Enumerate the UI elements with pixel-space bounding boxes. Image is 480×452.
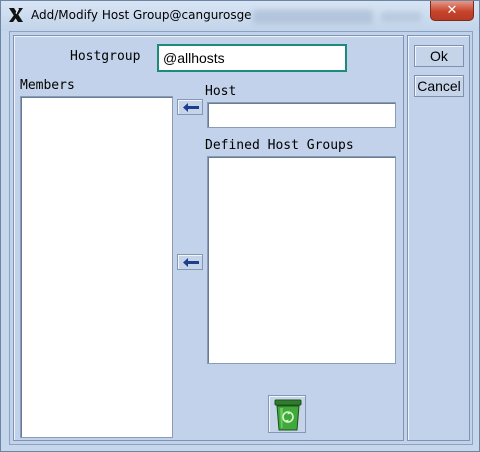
host-group-panel: Hostgroup Members Host Defined Host Grou… [13, 35, 404, 441]
background-window-blur [253, 10, 373, 24]
x-logo-icon [9, 8, 23, 22]
add-group-button[interactable] [177, 254, 203, 270]
window-title: Add/Modify Host Group@cangurosge [31, 8, 252, 22]
title-bar[interactable]: Add/Modify Host Group@cangurosge ✕ [1, 1, 479, 31]
trash-icon [274, 399, 302, 431]
members-label: Members [20, 78, 75, 93]
left-arrow-icon [183, 258, 199, 267]
hostgroup-label: Hostgroup [70, 49, 141, 64]
delete-button[interactable] [268, 395, 306, 433]
cancel-button[interactable]: Cancel [414, 75, 464, 97]
add-host-button[interactable] [177, 99, 203, 115]
close-button[interactable]: ✕ [430, 1, 474, 21]
left-arrow-icon [183, 103, 199, 112]
members-list[interactable] [20, 96, 173, 438]
dialog-body: Hostgroup Members Host Defined Host Grou… [9, 31, 473, 445]
action-panel: Ok Cancel [407, 35, 470, 441]
defined-host-groups-list[interactable] [207, 156, 396, 364]
hostgroup-input[interactable] [157, 44, 347, 72]
host-input[interactable] [207, 102, 396, 128]
host-label: Host [205, 84, 237, 99]
defined-host-groups-label: Defined Host Groups [205, 138, 354, 153]
ok-button[interactable]: Ok [414, 45, 464, 67]
background-window-blur [381, 12, 421, 22]
dialog-window: Add/Modify Host Group@cangurosge ✕ Hostg… [0, 0, 480, 452]
